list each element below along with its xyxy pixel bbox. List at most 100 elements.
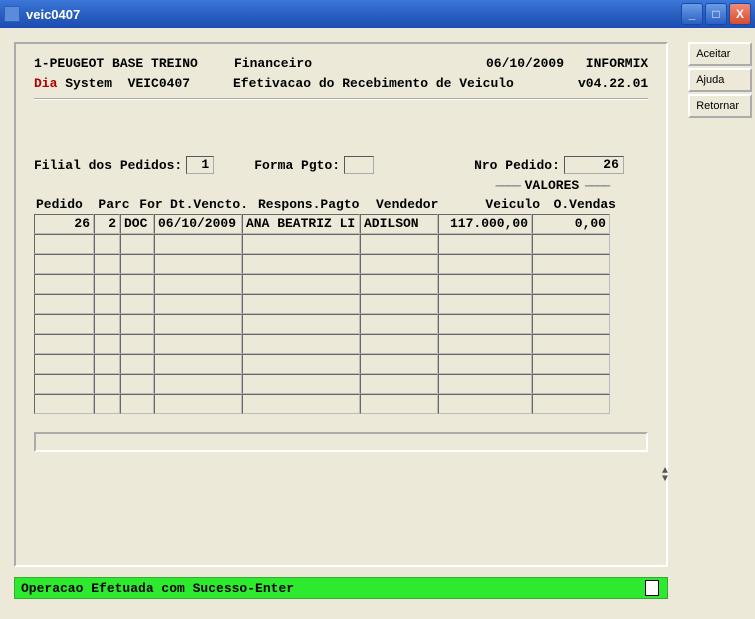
cell-vend[interactable]: [360, 334, 438, 354]
cell-pedido[interactable]: [34, 394, 94, 414]
forma-field[interactable]: [344, 156, 374, 174]
cell-for[interactable]: [120, 334, 154, 354]
cell-for[interactable]: [120, 314, 154, 334]
cell-pedido[interactable]: [34, 374, 94, 394]
cell-veic[interactable]: [438, 334, 532, 354]
table-row[interactable]: [34, 314, 648, 334]
cell-parc[interactable]: 2: [94, 214, 120, 234]
aceitar-button[interactable]: Aceitar: [688, 42, 752, 66]
cell-parc[interactable]: [94, 314, 120, 334]
cell-resp[interactable]: [242, 374, 360, 394]
titlebar[interactable]: veic0407 _ □ X: [0, 0, 755, 28]
cell-dt[interactable]: [154, 294, 242, 314]
cell-vend[interactable]: [360, 254, 438, 274]
cell-ov[interactable]: [532, 334, 610, 354]
cell-pedido[interactable]: [34, 274, 94, 294]
cell-ov[interactable]: [532, 394, 610, 414]
cell-parc[interactable]: [94, 334, 120, 354]
cell-ov[interactable]: [532, 314, 610, 334]
cell-ov[interactable]: [532, 274, 610, 294]
table-row[interactable]: [34, 354, 648, 374]
cell-dt[interactable]: [154, 314, 242, 334]
cell-pedido[interactable]: [34, 294, 94, 314]
cell-ov[interactable]: [532, 294, 610, 314]
cell-vend[interactable]: [360, 274, 438, 294]
cell-vend[interactable]: [360, 314, 438, 334]
cell-dt[interactable]: [154, 334, 242, 354]
cell-ov[interactable]: [532, 354, 610, 374]
cell-dt[interactable]: [154, 234, 242, 254]
close-button[interactable]: X: [729, 3, 751, 25]
cell-veic[interactable]: [438, 374, 532, 394]
table-row[interactable]: [34, 394, 648, 414]
cell-vend[interactable]: [360, 234, 438, 254]
cell-parc[interactable]: [94, 374, 120, 394]
cell-resp[interactable]: [242, 274, 360, 294]
cell-ov[interactable]: [532, 374, 610, 394]
cell-parc[interactable]: [94, 234, 120, 254]
nro-field[interactable]: 26: [564, 156, 624, 174]
table-row[interactable]: [34, 294, 648, 314]
retornar-button[interactable]: Retornar: [688, 94, 752, 118]
cell-resp[interactable]: [242, 394, 360, 414]
cell-ov[interactable]: 0,00: [532, 214, 610, 234]
cell-pedido[interactable]: [34, 234, 94, 254]
cell-vend[interactable]: [360, 354, 438, 374]
cell-vend[interactable]: ADILSON: [360, 214, 438, 234]
table-row[interactable]: [34, 334, 648, 354]
cell-veic[interactable]: [438, 314, 532, 334]
maximize-button[interactable]: □: [705, 3, 727, 25]
table-row[interactable]: [34, 234, 648, 254]
cell-dt[interactable]: [154, 354, 242, 374]
cell-resp[interactable]: [242, 314, 360, 334]
cell-vend[interactable]: [360, 394, 438, 414]
cell-pedido[interactable]: 26: [34, 214, 94, 234]
cell-pedido[interactable]: [34, 314, 94, 334]
cell-vend[interactable]: [360, 294, 438, 314]
table-row[interactable]: 262DOC06/10/2009ANA BEATRIZ LIADILSON117…: [34, 214, 648, 234]
filial-field[interactable]: 1: [186, 156, 214, 174]
cell-veic[interactable]: [438, 254, 532, 274]
cell-parc[interactable]: [94, 294, 120, 314]
cell-veic[interactable]: [438, 354, 532, 374]
data-grid[interactable]: 262DOC06/10/2009ANA BEATRIZ LIADILSON117…: [34, 214, 648, 414]
cell-for[interactable]: [120, 354, 154, 374]
cell-pedido[interactable]: [34, 354, 94, 374]
cell-pedido[interactable]: [34, 254, 94, 274]
cell-for[interactable]: [120, 234, 154, 254]
scroll-indicator-icon[interactable]: ▲▼: [662, 468, 668, 484]
cell-dt[interactable]: 06/10/2009: [154, 214, 242, 234]
table-row[interactable]: [34, 254, 648, 274]
table-row[interactable]: [34, 374, 648, 394]
cell-pedido[interactable]: [34, 334, 94, 354]
cell-veic[interactable]: [438, 294, 532, 314]
cell-veic[interactable]: [438, 274, 532, 294]
cell-for[interactable]: [120, 294, 154, 314]
cell-resp[interactable]: [242, 334, 360, 354]
cell-resp[interactable]: [242, 294, 360, 314]
ajuda-button[interactable]: Ajuda: [688, 68, 752, 92]
cell-dt[interactable]: [154, 374, 242, 394]
cell-ov[interactable]: [532, 254, 610, 274]
cell-parc[interactable]: [94, 254, 120, 274]
cell-for[interactable]: [120, 254, 154, 274]
cell-resp[interactable]: ANA BEATRIZ LI: [242, 214, 360, 234]
cell-veic[interactable]: 117.000,00: [438, 214, 532, 234]
cell-veic[interactable]: [438, 394, 532, 414]
cell-veic[interactable]: [438, 234, 532, 254]
cell-dt[interactable]: [154, 254, 242, 274]
cell-dt[interactable]: [154, 394, 242, 414]
cell-parc[interactable]: [94, 394, 120, 414]
cell-parc[interactable]: [94, 274, 120, 294]
cell-for[interactable]: [120, 274, 154, 294]
cell-dt[interactable]: [154, 274, 242, 294]
cell-resp[interactable]: [242, 354, 360, 374]
cell-parc[interactable]: [94, 354, 120, 374]
minimize-button[interactable]: _: [681, 3, 703, 25]
cell-vend[interactable]: [360, 374, 438, 394]
cell-resp[interactable]: [242, 254, 360, 274]
cell-for[interactable]: DOC: [120, 214, 154, 234]
cell-for[interactable]: [120, 394, 154, 414]
cell-for[interactable]: [120, 374, 154, 394]
cell-ov[interactable]: [532, 234, 610, 254]
